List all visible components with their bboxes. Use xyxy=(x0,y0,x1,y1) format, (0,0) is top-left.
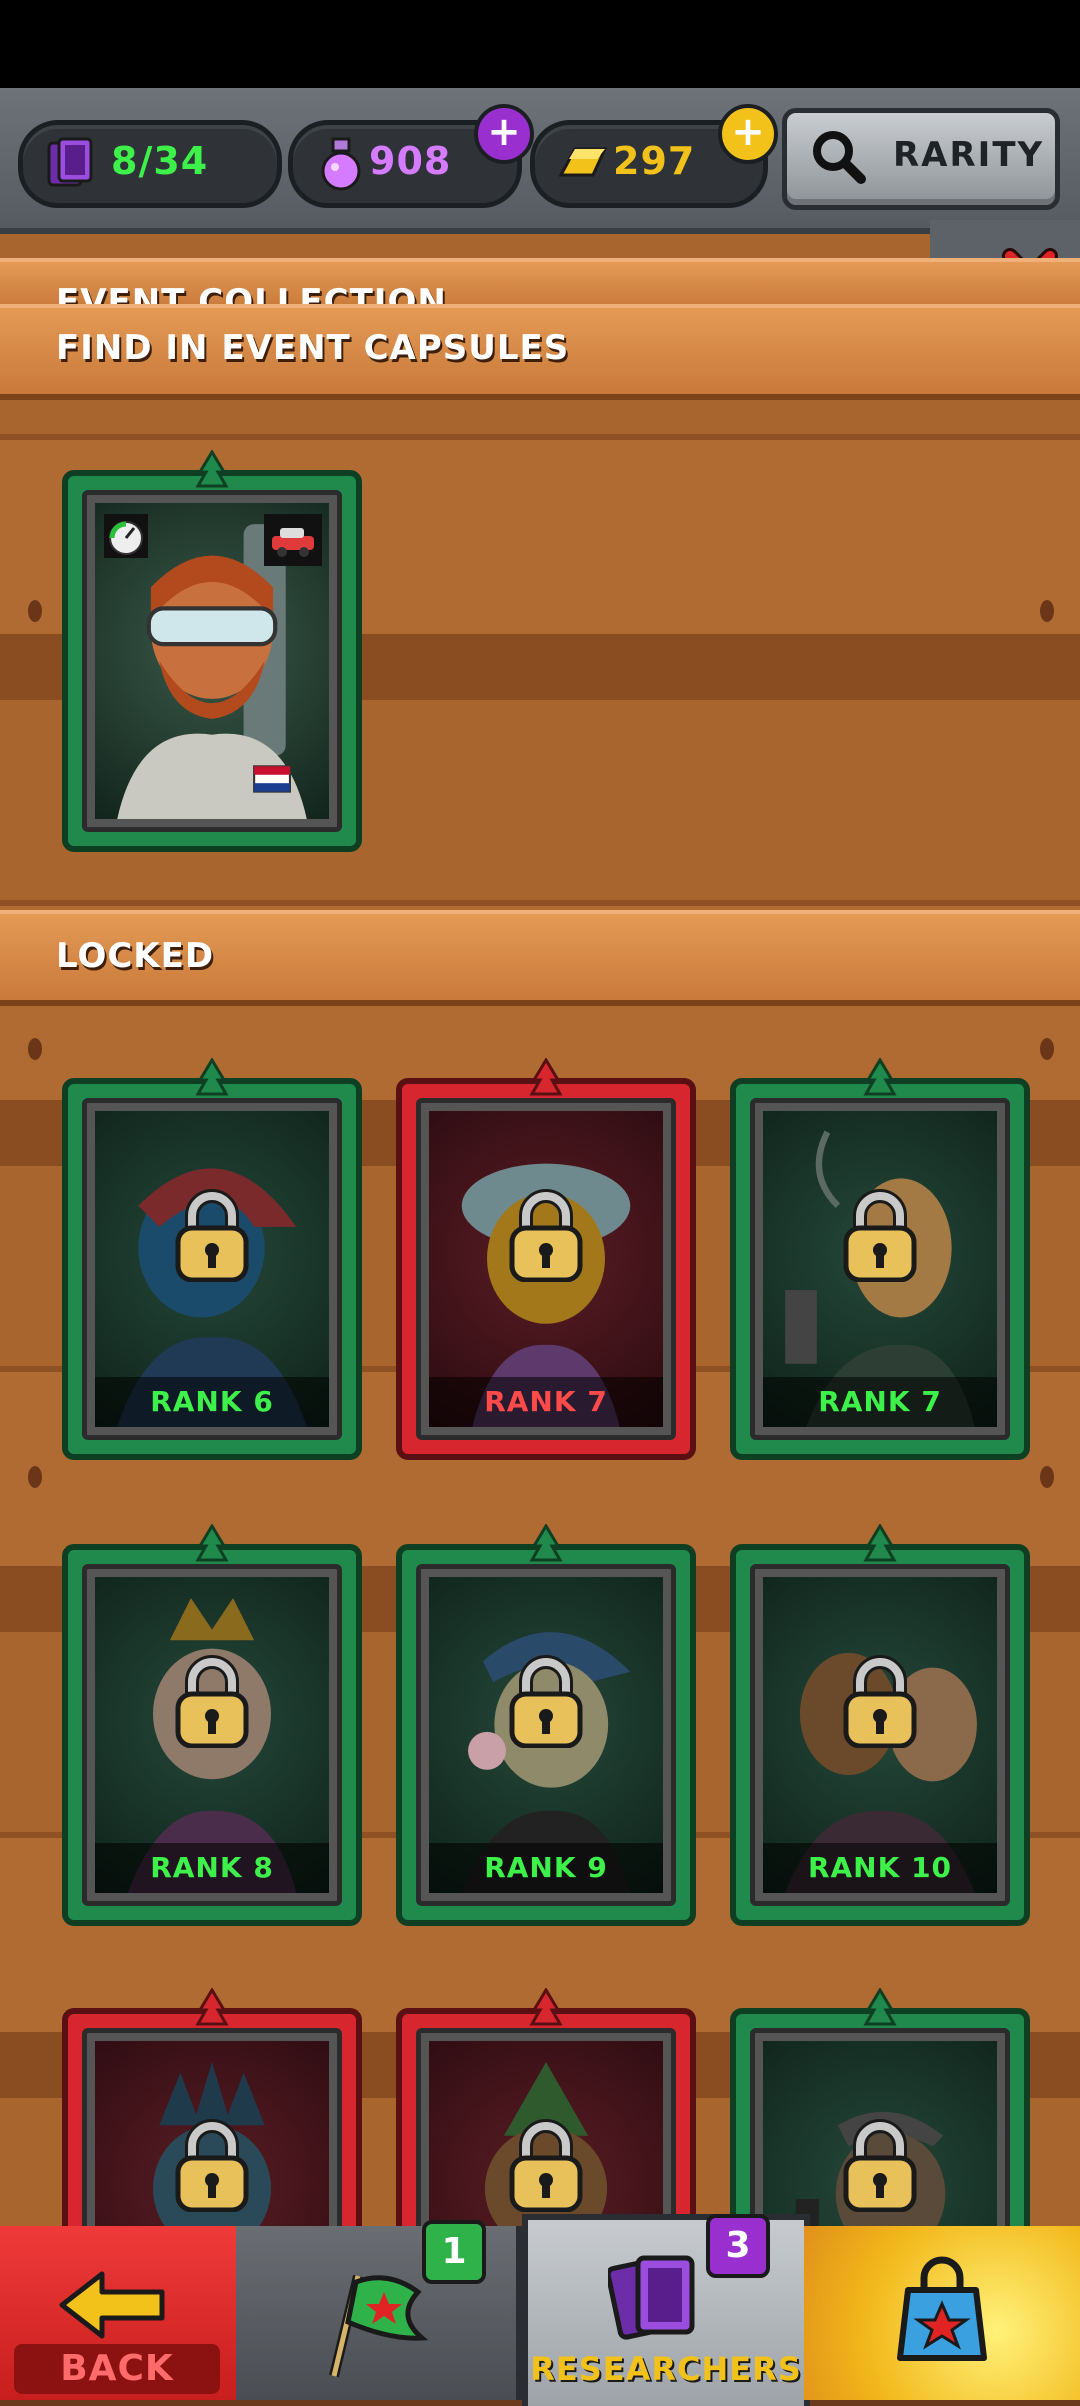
researchers-tab[interactable]: 3 RESEARCHERS xyxy=(522,2214,810,2406)
locked-card[interactable]: RANK 6 xyxy=(62,1058,362,1460)
vehicle-icon xyxy=(264,514,322,566)
locked-card[interactable]: RANK 9 xyxy=(396,1524,696,1926)
add-potion-button[interactable]: + xyxy=(474,104,534,164)
potion-icon xyxy=(321,137,361,191)
rarity-crest-icon xyxy=(529,1058,563,1096)
speed-gauge-icon xyxy=(104,514,148,558)
back-button[interactable]: BACK xyxy=(0,2226,242,2400)
rank-label: RANK 9 xyxy=(429,1843,663,1893)
status-bar xyxy=(0,0,1080,88)
flag-tab[interactable]: 1 xyxy=(236,2220,522,2400)
cards-icon xyxy=(47,137,93,187)
locked-card[interactable]: RANK 7 xyxy=(396,1058,696,1460)
lock-icon xyxy=(175,1189,249,1282)
potion-count: 908 xyxy=(369,139,452,183)
event-capsules-plank: FIND IN EVENT CAPSULES xyxy=(0,304,1080,400)
rarity-crest-icon xyxy=(195,450,229,488)
rarity-crest-icon xyxy=(863,1524,897,1562)
add-gold-button[interactable]: + xyxy=(718,104,778,164)
lock-icon xyxy=(843,1655,917,1748)
rank-label: RANK 7 xyxy=(429,1377,663,1427)
nail xyxy=(1040,600,1054,622)
cards-icon xyxy=(608,2255,695,2340)
locked-plank: LOCKED xyxy=(0,910,1080,1006)
researchers-label: RESEARCHERS xyxy=(530,2350,802,2388)
rarity-label: RARITY xyxy=(893,135,1045,175)
rarity-crest-icon xyxy=(529,1988,563,2026)
lock-icon xyxy=(509,1189,583,1282)
lock-icon xyxy=(175,1655,249,1748)
event-capsules-title: FIND IN EVENT CAPSULES xyxy=(56,328,570,368)
event-card[interactable] xyxy=(62,450,362,852)
back-label: BACK xyxy=(14,2344,220,2394)
back-arrow-icon xyxy=(59,2271,165,2339)
flag-icon xyxy=(329,2274,429,2378)
nail xyxy=(28,1038,42,1060)
rarity-crest-icon xyxy=(863,1988,897,2026)
cards-count-pill: 8/34 xyxy=(18,120,282,208)
rarity-filter-button[interactable]: RARITY xyxy=(782,108,1060,210)
nail xyxy=(1040,1038,1054,1060)
rarity-crest-icon xyxy=(863,1058,897,1096)
nail xyxy=(1040,1466,1054,1488)
search-icon xyxy=(813,131,866,184)
rank-label: RANK 10 xyxy=(763,1843,997,1893)
flag-badge: 1 xyxy=(422,2220,486,2284)
researchers-badge: 3 xyxy=(706,2214,770,2278)
bottom-nav: BACK 1 3 RESEARCHERS xyxy=(0,2214,1080,2406)
nail xyxy=(28,1466,42,1488)
lock-icon xyxy=(843,1189,917,1282)
lock-icon xyxy=(175,2119,249,2212)
locked-card[interactable]: RANK 8 xyxy=(62,1524,362,1926)
locked-card[interactable]: RANK 7 xyxy=(730,1058,1030,1460)
rarity-crest-icon xyxy=(529,1524,563,1562)
lock-icon xyxy=(509,1655,583,1748)
locked-title: LOCKED xyxy=(56,936,215,976)
gold-count: 297 xyxy=(613,139,696,183)
locked-card[interactable]: RANK 10 xyxy=(730,1524,1030,1926)
gold-bar-icon xyxy=(558,147,608,177)
shop-tab[interactable] xyxy=(804,2226,1080,2400)
rarity-crest-icon xyxy=(195,1988,229,2026)
shopping-bag-icon xyxy=(897,2256,987,2361)
nail xyxy=(28,600,42,622)
rarity-crest-icon xyxy=(195,1524,229,1562)
rank-label: RANK 8 xyxy=(95,1843,329,1893)
rarity-crest-icon xyxy=(195,1058,229,1096)
cards-count: 8/34 xyxy=(111,139,209,183)
rank-label: RANK 7 xyxy=(763,1377,997,1427)
lock-icon xyxy=(509,2119,583,2212)
lock-icon xyxy=(843,2119,917,2212)
rank-label: RANK 6 xyxy=(95,1377,329,1427)
